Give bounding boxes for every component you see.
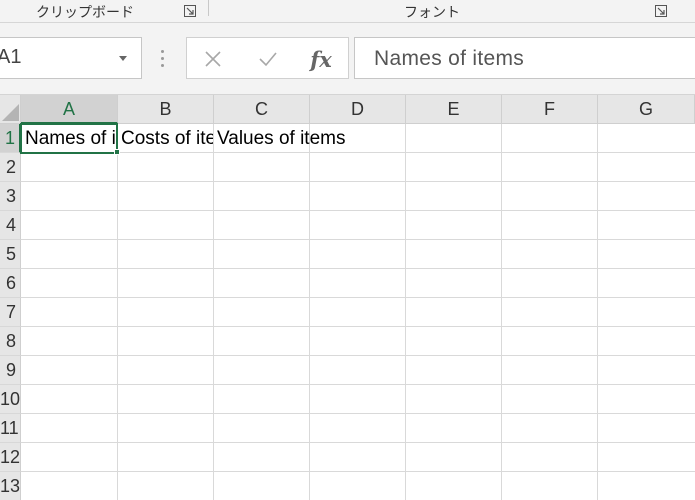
column-header-a[interactable]: A bbox=[21, 95, 118, 124]
row-header-8[interactable]: 8 bbox=[0, 327, 21, 356]
gridline bbox=[21, 181, 695, 182]
row-header-11[interactable]: 11 bbox=[0, 414, 21, 443]
name-box[interactable]: A1 bbox=[0, 37, 142, 79]
row-header-13[interactable]: 13 bbox=[0, 472, 21, 500]
gridline bbox=[21, 268, 695, 269]
row-header-1[interactable]: 1 bbox=[0, 124, 21, 153]
formula-buttons: fx bbox=[186, 37, 349, 79]
enter-button[interactable] bbox=[254, 46, 282, 72]
formula-value: Names of items bbox=[374, 47, 525, 70]
row-header-6[interactable]: 6 bbox=[0, 269, 21, 298]
gridline bbox=[21, 326, 695, 327]
row-header-3[interactable]: 3 bbox=[0, 182, 21, 211]
cancel-button[interactable] bbox=[199, 46, 227, 72]
chevron-down-icon[interactable] bbox=[119, 56, 127, 61]
font-dialog-launcher-icon[interactable] bbox=[655, 5, 667, 17]
column-header-d[interactable]: D bbox=[310, 95, 406, 124]
fill-handle[interactable] bbox=[114, 149, 120, 155]
function-icon: fx bbox=[310, 46, 332, 72]
gridline bbox=[21, 413, 695, 414]
clipboard-group-label: クリップボード bbox=[36, 4, 134, 20]
checkmark-icon bbox=[259, 52, 277, 67]
select-all-icon bbox=[2, 104, 19, 121]
row-header-4[interactable]: 4 bbox=[0, 211, 21, 240]
row-header-9[interactable]: 9 bbox=[0, 356, 21, 385]
gridline bbox=[21, 239, 695, 240]
select-all-button[interactable] bbox=[0, 95, 21, 124]
row-header-7[interactable]: 7 bbox=[0, 298, 21, 327]
font-group-label: フォント bbox=[404, 4, 460, 20]
formula-input[interactable]: Names of items bbox=[354, 37, 695, 79]
gridline bbox=[21, 355, 695, 356]
column-header-g[interactable]: G bbox=[598, 95, 695, 124]
gridline bbox=[21, 384, 695, 385]
column-header-f[interactable]: F bbox=[502, 95, 598, 124]
ribbon-group-labels: クリップボード フォント bbox=[0, 0, 695, 23]
cell-c1[interactable]: Values of items bbox=[213, 124, 513, 153]
row-header-2[interactable]: 2 bbox=[0, 153, 21, 182]
gridline bbox=[21, 297, 695, 298]
cell-b1[interactable]: Costs of items bbox=[117, 124, 213, 153]
worksheet-grid[interactable]: A B C D E F G 1 2 3 4 5 6 7 8 9 10 11 12… bbox=[0, 95, 695, 500]
gridline bbox=[21, 471, 695, 472]
column-header-b[interactable]: B bbox=[118, 95, 214, 124]
active-cell-border bbox=[20, 123, 118, 154]
drag-handle-icon[interactable] bbox=[161, 50, 164, 67]
column-header-c[interactable]: C bbox=[214, 95, 310, 124]
row-header-10[interactable]: 10 bbox=[0, 385, 21, 414]
insert-function-button[interactable]: fx bbox=[307, 46, 335, 72]
ribbon-separator bbox=[208, 0, 209, 16]
column-header-e[interactable]: E bbox=[406, 95, 502, 124]
clipboard-dialog-launcher-icon[interactable] bbox=[184, 5, 196, 17]
gridline bbox=[21, 442, 695, 443]
close-icon bbox=[205, 51, 221, 67]
formula-bar: A1 fx Names of items bbox=[0, 23, 695, 95]
gridline bbox=[21, 210, 695, 211]
name-box-value: A1 bbox=[0, 46, 22, 68]
row-header-5[interactable]: 5 bbox=[0, 240, 21, 269]
row-header-12[interactable]: 12 bbox=[0, 443, 21, 472]
